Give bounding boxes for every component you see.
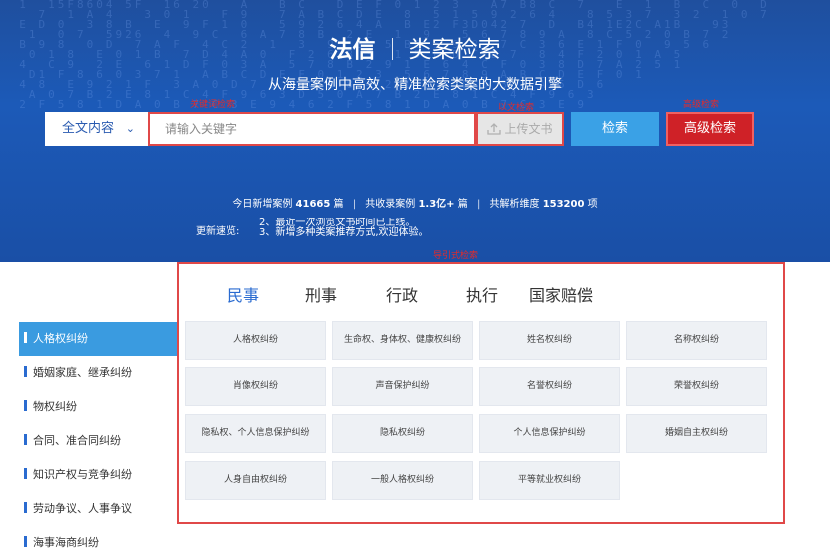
dimensions-unit: 项	[587, 199, 598, 210]
updates-label: 更新速览:	[196, 226, 240, 237]
category-cell[interactable]: 声音保护纠纷	[332, 367, 473, 406]
tab-state-compensation[interactable]: 国家赔偿	[529, 282, 593, 306]
updates-scroll[interactable]: 2、最近一次浏览文书时间已上线。 3、新增多种类案推荐方式,欢迎体验。	[259, 218, 479, 236]
sidebar-item-label: 婚姻家庭、继承纠纷	[33, 366, 132, 379]
scope-dropdown[interactable]: 全文内容 ⌄	[45, 112, 148, 146]
category-cell[interactable]: 荣誉权纠纷	[626, 367, 767, 406]
sidebar-item-label: 物权纠纷	[33, 400, 77, 413]
category-cell[interactable]: 人身自由权纠纷	[185, 461, 326, 500]
hero-banner: 1 15F8604 5F 16 20 A B C D E F 0 1 2 3 A…	[0, 0, 830, 262]
tab-civil[interactable]: 民事	[227, 282, 259, 306]
category-cell[interactable]: 肖像权纠纷	[185, 367, 326, 406]
sidebar-item-ip-competition[interactable]: 知识产权与竞争纠纷	[19, 458, 177, 492]
upload-document-button[interactable]: 上传文书	[476, 112, 564, 146]
category-cell[interactable]: 一般人格权纠纷	[332, 461, 473, 500]
sidebar-item-label: 合同、准合同纠纷	[33, 434, 121, 447]
tagline: 从海量案例中高效、精准检索类案的大数据引擎	[268, 77, 562, 93]
new-cases-label: 今日新增案例	[232, 199, 293, 210]
sidebar-item-label: 劳动争议、人事争议	[33, 502, 132, 515]
sidebar-item-labor-disputes[interactable]: 劳动争议、人事争议	[19, 492, 177, 526]
update-line-2: 3、新增多种类案推荐方式,欢迎体验。	[259, 227, 429, 237]
new-cases-unit: 篇	[333, 199, 344, 210]
keyword-placeholder: 请输入关键字	[165, 122, 238, 136]
sidebar-item-label: 知识产权与竞争纠纷	[33, 468, 132, 481]
chevron-down-icon: ⌄	[125, 122, 135, 135]
product-name: 类案检索	[408, 37, 501, 63]
brand-name: 法信	[329, 37, 376, 63]
category-cell[interactable]: 名称权纠纷	[626, 321, 767, 360]
category-cell[interactable]: 平等就业权纠纷	[479, 461, 620, 500]
total-cases-count: 1.3亿+	[418, 199, 455, 210]
category-cell[interactable]: 个人信息保护纠纷	[479, 414, 620, 453]
sidebar-item-maritime[interactable]: 海事海商纠纷	[19, 526, 177, 560]
upload-label: 上传文书	[504, 122, 553, 136]
category-cell[interactable]: 婚姻自主权纠纷	[626, 414, 767, 453]
category-cell[interactable]: 生命权、身体权、健康权纠纷	[332, 321, 473, 360]
category-cell[interactable]: 姓名权纠纷	[479, 321, 620, 360]
page-title: 法信 类案检索	[0, 30, 830, 64]
guided-annotation: 导引式检索	[433, 251, 479, 261]
total-cases-unit: 篇	[457, 199, 468, 210]
scope-label: 全文内容	[62, 121, 115, 136]
new-cases-count: 41665	[295, 199, 331, 210]
advanced-annotation: 高级检索	[683, 100, 720, 110]
category-sidebar: 人格权纠纷 婚姻家庭、继承纠纷 物权纠纷 合同、准合同纠纷 知识产权与竞争纠纷 …	[19, 322, 177, 560]
category-cell[interactable]: 名誉权纠纷	[479, 367, 620, 406]
dimensions-label: 共解析维度	[489, 199, 540, 210]
keyword-annotation: 关键词检索	[190, 100, 236, 110]
sidebar-item-personality-rights[interactable]: 人格权纠纷	[19, 322, 177, 356]
stats-bar: 今日新增案例 41665 篇 | 共收录案例 1.3亿+ 篇 | 共解析维度 1…	[232, 199, 598, 210]
category-cell[interactable]: 隐私权纠纷	[332, 414, 473, 453]
sidebar-item-label: 人格权纠纷	[33, 332, 88, 345]
total-cases-label: 共收录案例	[365, 199, 416, 210]
keyword-input[interactable]: 请输入关键字	[148, 112, 476, 146]
title-divider	[391, 38, 393, 60]
upload-icon	[487, 123, 502, 135]
tab-administrative[interactable]: 行政	[386, 282, 418, 306]
category-cell[interactable]: 隐私权、个人信息保护纠纷	[185, 414, 326, 453]
advanced-search-button[interactable]: 高级检索	[666, 112, 754, 146]
sidebar-item-label: 海事海商纠纷	[33, 536, 99, 549]
sidebar-item-property-rights[interactable]: 物权纠纷	[19, 390, 177, 424]
tab-enforcement[interactable]: 执行	[466, 282, 498, 306]
sidebar-item-marriage-inheritance[interactable]: 婚姻家庭、继承纠纷	[19, 356, 177, 390]
sidebar-item-contracts[interactable]: 合同、准合同纠纷	[19, 424, 177, 458]
search-button[interactable]: 检索	[571, 112, 659, 146]
category-cell[interactable]: 人格权纠纷	[185, 321, 326, 360]
dimensions-count: 153200	[542, 199, 585, 210]
tab-criminal[interactable]: 刑事	[305, 282, 337, 306]
update-ticker: 更新速览: 2、最近一次浏览文书时间已上线。 3、新增多种类案推荐方式,欢迎体验…	[196, 218, 429, 237]
